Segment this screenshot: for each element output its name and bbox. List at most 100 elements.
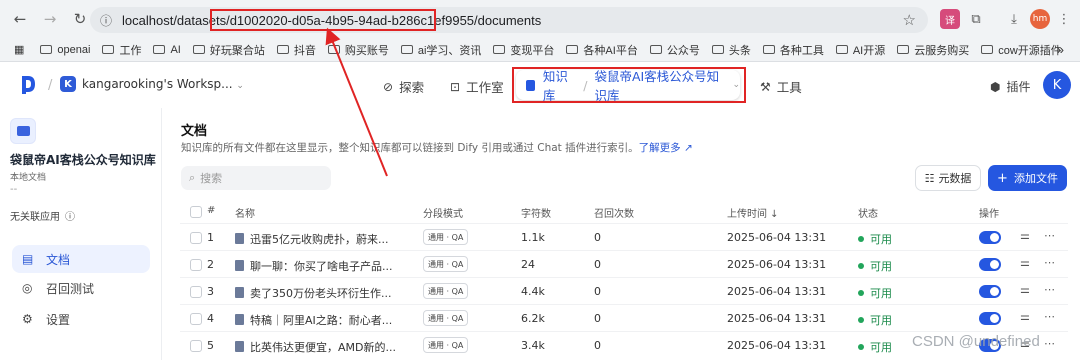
document-name[interactable]: 卖了350万份老头环衍生作... (235, 285, 392, 301)
bookmark-folder[interactable]: 各种工具 (762, 42, 824, 58)
enable-toggle[interactable] (979, 312, 1001, 325)
search-input[interactable]: ⌕ 搜索 (181, 166, 331, 190)
sidebar-item-documents[interactable]: ▤ 文档 (12, 245, 150, 273)
reload-icon[interactable]: ↻ (68, 7, 92, 31)
folder-icon (493, 45, 506, 54)
file-icon (235, 314, 244, 325)
bookmarks-bar: ▦ openai 工作 AI 好玩聚合站 抖音 购买账号 ai学习、资讯 变现平… (0, 38, 1080, 62)
col-mode: 分段模式 (423, 209, 463, 220)
folder-icon (153, 45, 166, 54)
more-icon[interactable]: ⋯ (1044, 256, 1055, 269)
status-badge: 可用 (858, 285, 892, 301)
document-name[interactable]: 迅雷5亿元收购虎扑，蔚来... (235, 231, 389, 247)
plugins-button[interactable]: ⬢ 插件 (990, 78, 1031, 95)
settings-sliders-icon[interactable]: ⚌ (1020, 229, 1030, 242)
recall-count: 0 (594, 258, 601, 271)
bookmarks-overflow-icon[interactable]: » (1057, 42, 1064, 57)
extensions-puzzle-icon[interactable]: ⧉ (966, 9, 986, 29)
settings-sliders-icon[interactable]: ⚌ (1020, 283, 1030, 296)
bookmark-folder[interactable]: ai学习、资讯 (400, 42, 481, 58)
user-avatar[interactable]: K (1043, 71, 1071, 99)
page-title: 文档 (181, 124, 208, 139)
compass-icon: ⊘ (383, 79, 394, 94)
site-info-icon[interactable]: ⓘ (100, 12, 112, 29)
bookmark-folder[interactable]: cow开源插件 (981, 42, 1062, 58)
recall-count: 0 (594, 339, 601, 352)
nav-studio[interactable]: ⊡ 工作室 (450, 77, 504, 96)
enable-toggle[interactable] (979, 258, 1001, 271)
dify-logo-icon[interactable] (20, 75, 36, 95)
linked-apps[interactable]: 无关联应用 ⓘ (10, 208, 75, 223)
more-icon[interactable]: ⋯ (1044, 337, 1055, 350)
profile-avatar[interactable]: hm (1030, 9, 1050, 29)
add-file-button[interactable]: + 添加文件 (988, 165, 1067, 191)
bookmark-folder[interactable]: AI (153, 44, 181, 56)
status-badge: 可用 (858, 231, 892, 247)
bookmark-folder[interactable]: AI开源 (835, 42, 885, 58)
bookmark-folder[interactable]: 公众号 (649, 42, 700, 58)
enable-toggle[interactable] (979, 231, 1001, 244)
bookmark-folder[interactable]: openai (40, 44, 90, 56)
forward-icon[interactable]: → (38, 7, 62, 31)
browser-menu-icon[interactable]: ⋮ (1054, 9, 1074, 29)
sidebar-item-retrieval-test[interactable]: ◎ 召回测试 (12, 274, 150, 302)
workspace-badge[interactable]: K (60, 76, 76, 92)
row-checkbox[interactable] (190, 313, 202, 325)
table-row[interactable]: 4 特稿｜阿里AI之路：耐心者... 通用 · QA 6.2k 0 2025-0… (180, 304, 1068, 331)
extension-translate-icon[interactable]: 译 (940, 9, 960, 29)
folder-icon (762, 45, 775, 54)
recall-count: 0 (594, 231, 601, 244)
plus-icon: + (997, 170, 1008, 186)
bookmark-folder[interactable]: 好玩聚合站 (192, 42, 265, 58)
enable-toggle[interactable] (979, 285, 1001, 298)
bookmark-folder[interactable]: 云服务购买 (897, 42, 969, 58)
select-all-checkbox[interactable] (190, 206, 202, 218)
more-icon[interactable]: ⋯ (1044, 283, 1055, 296)
col-uploaded[interactable]: 上传时间 ↓ (727, 205, 779, 220)
workspace-switcher[interactable]: kangarooking's Worksp... ⌄ (82, 77, 244, 91)
document-icon: ▤ (22, 252, 34, 266)
char-count: 4.4k (521, 285, 545, 298)
sidebar-item-settings[interactable]: ⚙ 设置 (12, 305, 150, 333)
more-icon[interactable]: ⋯ (1044, 229, 1055, 242)
apps-grid-icon[interactable]: ▦ (14, 43, 24, 56)
document-name[interactable]: 聊一聊：你买了啥电子产品... (235, 258, 393, 274)
settings-sliders-icon[interactable]: ⚌ (1020, 256, 1030, 269)
table-row[interactable]: 2 聊一聊：你买了啥电子产品... 通用 · QA 24 0 2025-06-0… (180, 250, 1068, 277)
row-checkbox[interactable] (190, 286, 202, 298)
row-checkbox[interactable] (190, 259, 202, 271)
bookmark-star-icon[interactable]: ☆ (903, 11, 916, 29)
row-number: 1 (207, 231, 214, 244)
status-badge: 可用 (858, 258, 892, 274)
table-row[interactable]: 3 卖了350万份老头环衍生作... 通用 · QA 4.4k 0 2025-0… (180, 277, 1068, 304)
document-name[interactable]: 比英伟达更便宜，AMD新的... (235, 339, 396, 355)
bookmark-folder[interactable]: 头条 (711, 42, 751, 58)
col-actions: 操作 (979, 209, 999, 220)
folder-icon (835, 45, 848, 54)
back-icon[interactable]: ← (8, 7, 32, 31)
nav-tools[interactable]: ⚒ 工具 (760, 77, 802, 96)
table-row[interactable]: 1 迅雷5亿元收购虎扑，蔚来... 通用 · QA 1.1k 0 2025-06… (180, 223, 1068, 250)
chunk-mode-tag: 通用 · QA (423, 310, 469, 326)
folder-icon (10, 118, 36, 144)
metadata-button[interactable]: ☷ 元数据 (915, 165, 981, 191)
nav-explore[interactable]: ⊘ 探索 (383, 77, 424, 96)
bookmark-folder[interactable]: 变现平台 (493, 42, 554, 58)
settings-sliders-icon[interactable]: ⚌ (1020, 310, 1030, 323)
row-checkbox[interactable] (190, 340, 202, 352)
bookmark-folder[interactable]: 抖音 (276, 42, 316, 58)
more-icon[interactable]: ⋯ (1044, 310, 1055, 323)
document-name[interactable]: 特稿｜阿里AI之路：耐心者... (235, 312, 392, 328)
breadcrumb-separator: / (48, 78, 53, 93)
upload-time: 2025-06-04 13:31 (727, 231, 827, 244)
folder-icon (192, 45, 205, 54)
download-icon[interactable]: ⤓ (1004, 9, 1024, 29)
learn-more-link[interactable]: 了解更多 ↗ (639, 142, 693, 154)
bookmark-folder[interactable]: 各种AI平台 (566, 42, 638, 58)
dataset-type: 本地文档 (10, 173, 47, 183)
row-checkbox[interactable] (190, 232, 202, 244)
bookmark-folder[interactable]: 购买账号 (327, 42, 389, 58)
upload-time: 2025-06-04 13:31 (727, 258, 827, 271)
bookmark-folder[interactable]: 工作 (102, 42, 141, 58)
folder-icon (40, 45, 53, 54)
